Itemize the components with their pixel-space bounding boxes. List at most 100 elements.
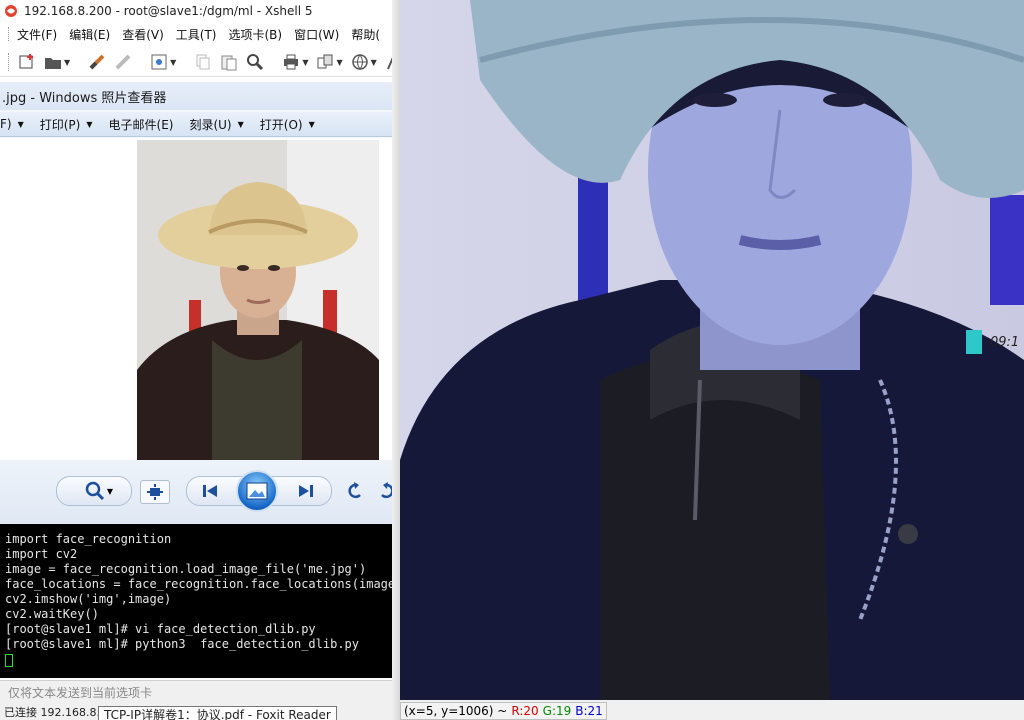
previous-icon [203,485,217,497]
clock-time: 09:1 [990,334,1020,350]
rotate-ccw-button[interactable] [344,480,366,502]
terminal-cursor [5,654,13,667]
cv2-imshow-window: (x=5, y=1006) ~ R:20 G:19 B:21 [400,0,1024,720]
menu-grip [8,27,11,41]
window-divider [392,0,400,720]
chevron-down-icon: ▼ [237,119,244,129]
toolbar: ▼ ▼ ▼ ▼ ▼ [0,48,392,77]
viewer-menu-file-label: F) [0,117,12,131]
print-button[interactable]: ▼ [279,51,311,73]
open-session-button[interactable]: ▼ [41,51,73,73]
toolbar-grip [8,53,9,71]
terminal-line: [root@slave1 ml]# vi face_detection_dlib… [5,622,316,636]
clock-widget[interactable]: 09:1 [966,330,1019,354]
fit-window-icon [147,484,163,500]
rotate-cw-icon [381,482,392,499]
photo-display-area [0,138,392,460]
menu-tools[interactable]: 工具(T) [176,26,217,43]
copy-icon [196,54,210,70]
properties-button[interactable]: ▼ [147,51,179,73]
terminal-line: import face_recognition [5,532,172,546]
portrait-photo [137,140,379,460]
find-icon [247,54,264,71]
pixel-coords: (x=5, y=1006) ~ [404,704,508,718]
find-button[interactable] [243,51,267,73]
copy-button[interactable] [191,51,215,73]
viewer-menu-burn-label: 刻录(U) [189,117,232,132]
bgr-portrait-image [400,0,1024,700]
transfer-button[interactable]: ▼ [313,51,345,73]
terminal-line: image = face_recognition.load_image_file… [5,562,367,576]
chevron-down-icon: ▼ [106,486,114,496]
disconnect-button[interactable] [111,51,135,73]
rotate-cw-button[interactable] [376,480,392,502]
terminal-line: cv2.imshow('img',image) [5,592,172,606]
new-session-button[interactable] [15,51,39,73]
photo-viewer-title: .jpg - Windows 照片查看器 [0,82,392,110]
window-title: 192.168.8.200 - root@slave1:/dgm/ml - Xs… [24,4,313,18]
xshell-window: 192.168.8.200 - root@slave1:/dgm/ml - Xs… [0,0,392,720]
pixel-blue-value: B:21 [575,704,603,718]
transfer-icon [317,54,333,69]
terminal-line: [root@slave1 ml]# python3 face_detection… [5,637,360,651]
pixel-info-status: (x=5, y=1006) ~ R:20 G:19 B:21 [400,702,607,720]
viewer-menu-open[interactable]: 打开(O) ▼ [260,116,315,133]
next-button[interactable] [294,480,318,502]
terminal-line: face_locations = face_recognition.face_l… [5,577,392,591]
rotate-ccw-icon [348,482,361,499]
globe-button[interactable]: ▼ [348,51,380,73]
pixel-green-value: G:19 [542,704,572,718]
slideshow-button[interactable] [236,470,278,512]
connection-status-text: 已连接 192.168.8.2 [4,706,107,719]
open-folder-icon [45,58,61,69]
chevron-down-icon: ▼ [17,119,24,129]
print-icon [284,54,299,70]
xshell-app-icon [5,5,17,17]
disconnect-icon [115,54,131,70]
photo-viewer-controls: ▼ [0,460,392,524]
menu-help[interactable]: 帮助( [351,26,380,43]
actual-size-button[interactable] [140,480,170,504]
next-icon [299,485,313,497]
menu-file[interactable]: 文件(F) [17,26,57,43]
menu-window[interactable]: 窗口(W) [294,26,339,43]
previous-button[interactable] [198,480,222,502]
terminal-line: cv2.waitKey() [5,607,99,621]
menu-edit[interactable]: 编辑(E) [69,26,110,43]
menu-view[interactable]: 查看(V) [122,26,164,43]
properties-icon [151,54,167,70]
font-icon [386,56,392,70]
photo-viewer-window: .jpg - Windows 照片查看器 F) ▼ 打印(P) ▼ 电子邮件(E) … [0,82,392,524]
photo-viewer-menu: F) ▼ 打印(P) ▼ 电子邮件(E) 刻录(U) ▼ 打开(O) ▼ [0,112,392,137]
viewer-menu-burn[interactable]: 刻录(U) ▼ [189,116,243,133]
viewer-menu-email-label: 电子邮件(E) [108,117,174,132]
viewer-menu-open-label: 打开(O) [259,117,303,132]
cv2-image-view[interactable] [400,0,1024,700]
zoom-button[interactable]: ▼ [82,480,116,502]
paste-button[interactable] [217,51,241,73]
clock-widget-tab [966,330,982,354]
taskbar-tooltip: TCP-IP详解卷1：协议.pdf - Foxit Reader [98,706,337,720]
menu-bar: 文件(F) 编辑(E) 查看(V) 工具(T) 选项卡(B) 窗口(W) 帮助( [0,24,392,44]
paste-icon [221,55,237,71]
terminal-output[interactable]: import face_recognition import cv2 image… [0,524,392,678]
pixel-red-value: R:20 [511,704,539,718]
send-text-bar[interactable]: 仅将文本发送到当前选项卡 [0,680,392,704]
menu-tabs[interactable]: 选项卡(B) [228,26,282,43]
viewer-menu-print[interactable]: 打印(P) ▼ [40,116,93,133]
globe-icon [351,54,368,70]
portrait-photo-image [137,140,379,460]
zoom-icon [85,481,104,501]
send-text-placeholder: 仅将文本发送到当前选项卡 [8,686,153,700]
slideshow-icon [246,482,268,500]
new-session-icon [19,54,33,69]
xshell-title-bar: 192.168.8.200 - root@slave1:/dgm/ml - Xs… [0,0,392,22]
terminal-line: import cv2 [5,547,78,561]
connect-button[interactable] [85,51,109,73]
chevron-down-icon: ▼ [86,119,93,129]
connect-icon [89,54,105,70]
font-button[interactable] [382,51,392,73]
chevron-down-icon: ▼ [308,119,315,129]
viewer-menu-email[interactable]: 电子邮件(E) [109,116,174,133]
viewer-menu-file[interactable]: F) ▼ [0,117,24,131]
